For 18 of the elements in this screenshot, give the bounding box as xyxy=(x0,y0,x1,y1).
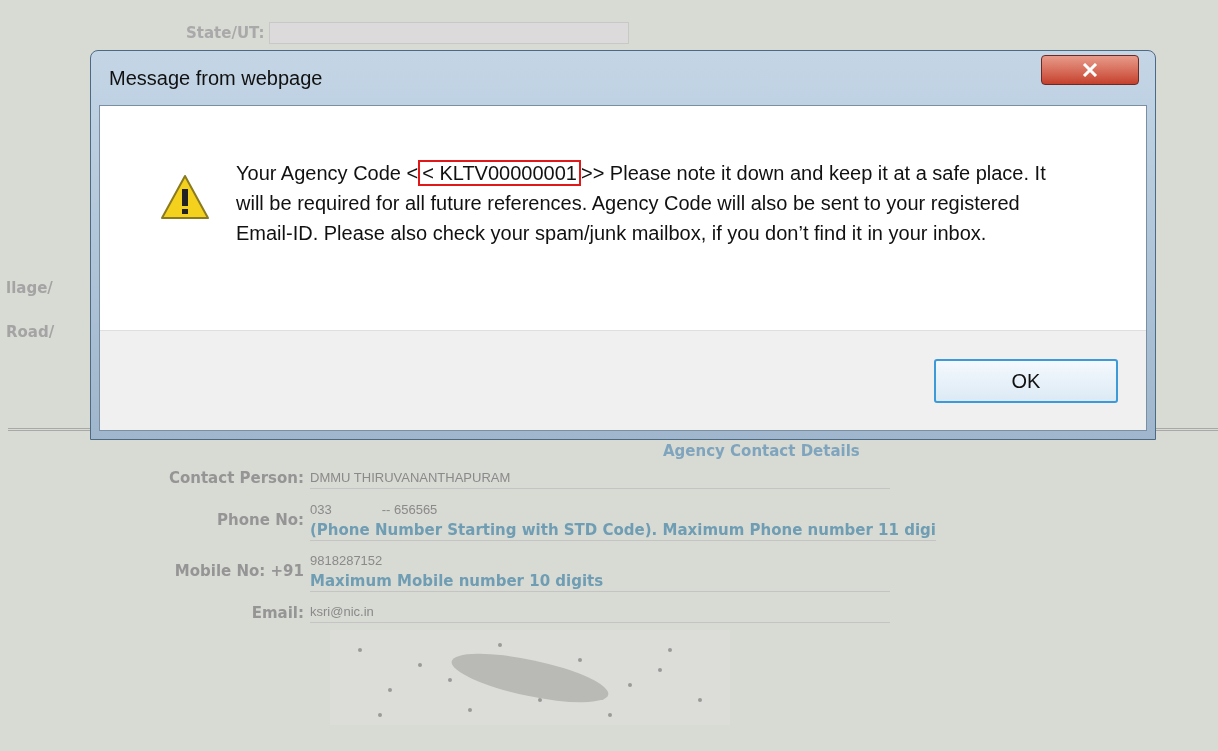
window-title: Message from webpage xyxy=(108,66,323,90)
field-value: DMMU THIRUVANANTHAPURAM xyxy=(310,468,511,487)
field-label: Email: xyxy=(250,602,305,624)
field-label: Mobile No: +91 xyxy=(173,560,305,582)
field-value: -- 656565 xyxy=(381,500,438,519)
message-text: Your Agency Code < < KLTV00000001 >> Please note it down and keep it at a safe place. It will be required for all future references. Agency Code will also be sent to your registered Email-ID. Please also check your spam/junk mailbox, if you don’t find it in your inbox. xyxy=(236,159,1047,246)
field-value: 033 xyxy=(310,500,332,519)
hint-text: Maximum Mobile number 10 digits xyxy=(310,570,605,591)
warning-icon xyxy=(160,174,210,220)
field-value: 9818287152 xyxy=(310,551,383,570)
field-label: Contact Person: xyxy=(167,468,305,489)
ok-button[interactable]: OK xyxy=(934,358,1118,403)
close-icon xyxy=(1082,63,1098,77)
field-label: Phone No: xyxy=(216,509,305,531)
hint-text: (Phone Number Starting with STD Code). Maximum Phone number 11 digi xyxy=(310,519,936,540)
close-button[interactable] xyxy=(1041,55,1139,85)
section-title: Agency Contact Details xyxy=(662,441,861,461)
field-value: ksri@nic.in xyxy=(310,603,374,622)
